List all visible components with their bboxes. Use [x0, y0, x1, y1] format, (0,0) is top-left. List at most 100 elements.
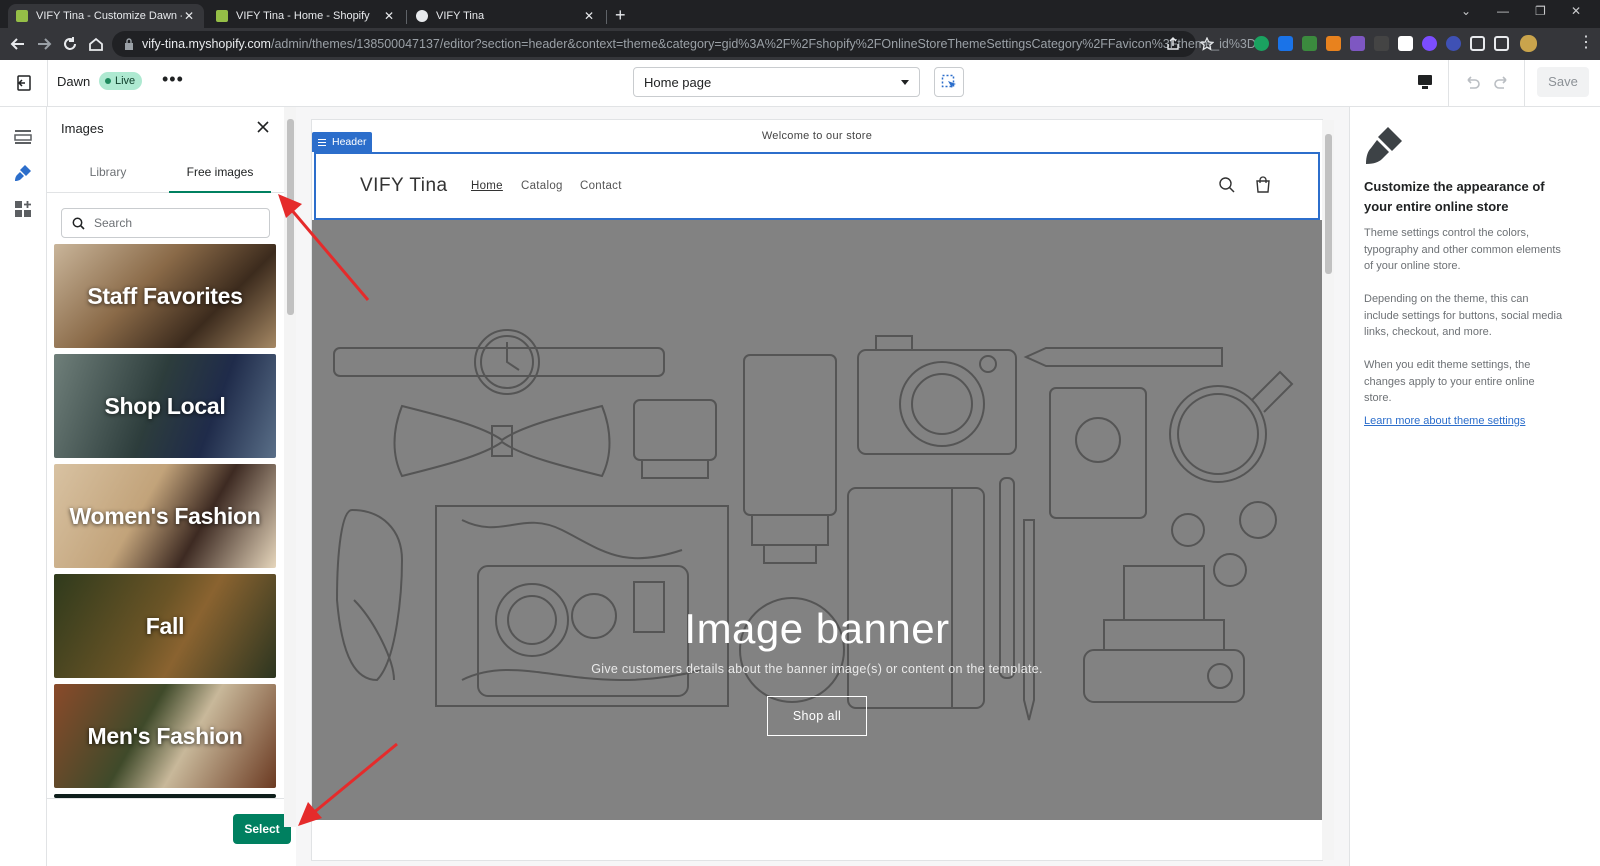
collection-tile-staff-favorites[interactable]: Staff Favorites	[54, 244, 276, 348]
app-embeds-icon[interactable]	[13, 199, 33, 219]
metamask-extension-icon[interactable]	[1326, 36, 1341, 51]
image-banner-section[interactable]: Image banner Give customers details abou…	[312, 220, 1322, 820]
close-tab-icon[interactable]: ✕	[382, 9, 396, 23]
section-tag: Header	[312, 132, 373, 152]
select-button[interactable]: Select	[233, 814, 291, 844]
theme-settings-info-panel: Customize the appearance of your entire …	[1349, 107, 1600, 866]
tab-search-icon[interactable]: ⌄	[1461, 4, 1471, 18]
store-logo[interactable]: VIFY Tina	[360, 175, 448, 197]
info-paragraph: Theme settings control the colors, typog…	[1364, 227, 1561, 272]
lock-icon[interactable]	[124, 38, 134, 50]
close-tab-icon[interactable]: ✕	[182, 9, 196, 23]
panel-scrollbar[interactable]	[284, 107, 296, 827]
side-panel-icon[interactable]	[1494, 36, 1509, 51]
extension-icon[interactable]	[1350, 36, 1365, 51]
nav-link-catalog[interactable]: Catalog	[521, 180, 563, 192]
new-tab-icon[interactable]: +	[615, 5, 626, 26]
collection-label: Fall	[145, 612, 185, 639]
extension-icon[interactable]	[1302, 36, 1317, 51]
globe-icon	[416, 10, 428, 22]
page-selector-value: Home page	[644, 75, 712, 90]
info-title: Customize the appearance of your entire …	[1364, 179, 1545, 214]
forward-icon[interactable]	[35, 35, 53, 53]
tab-free-images[interactable]: Free images	[169, 151, 271, 193]
exit-editor-icon[interactable]	[15, 74, 33, 92]
divider	[47, 60, 48, 107]
info-paragraph: When you edit theme settings, the change…	[1364, 359, 1535, 404]
paint-brush-icon	[1366, 127, 1402, 164]
desktop-preview-icon[interactable]	[1416, 73, 1434, 91]
sections-icon[interactable]	[13, 127, 33, 147]
scrollbar-thumb[interactable]	[1325, 134, 1332, 274]
undo-icon[interactable]	[1463, 73, 1481, 91]
search-icon	[72, 217, 85, 230]
nav-link-contact[interactable]: Contact	[580, 180, 622, 192]
save-button[interactable]: Save	[1537, 67, 1589, 97]
grammarly-extension-icon[interactable]	[1254, 36, 1269, 51]
close-icon[interactable]	[255, 119, 271, 135]
browser-tab-store[interactable]: VIFY Tina ✕	[408, 4, 604, 28]
collection-tile-womens-fashion[interactable]: Women's Fashion	[54, 464, 276, 568]
scrollbar-thumb[interactable]	[287, 119, 294, 315]
divider	[1448, 60, 1449, 107]
editor-top-bar: Dawn Live ••• Home page Save	[0, 60, 1600, 107]
extensions-puzzle-icon[interactable]	[1470, 36, 1485, 51]
editor-sidebar-rail	[0, 107, 47, 866]
minimize-icon[interactable]: —	[1497, 4, 1509, 18]
theme-settings-brush-icon[interactable]	[13, 163, 33, 183]
banner-subtitle[interactable]: Give customers details about the banner …	[312, 662, 1322, 676]
browser-tab-home[interactable]: VIFY Tina - Home - Shopify ✕	[208, 4, 404, 28]
bookmark-star-icon[interactable]	[1200, 37, 1214, 51]
page-selector[interactable]: Home page	[633, 67, 920, 97]
store-preview: Welcome to our store VIFY Tina Home Cata…	[312, 120, 1322, 860]
cart-icon[interactable]	[1254, 176, 1272, 194]
url-text: vify-tina.myshopify.com/admin/themes/138…	[142, 37, 1266, 51]
collection-tile-shop-local[interactable]: Shop Local	[54, 354, 276, 458]
reload-icon[interactable]	[61, 35, 79, 53]
extension-icon[interactable]	[1446, 36, 1461, 51]
inspector-toggle-button[interactable]	[934, 67, 964, 97]
collection-label: Men's Fashion	[87, 722, 243, 749]
divider	[1524, 60, 1525, 107]
redo-icon[interactable]	[1493, 73, 1511, 91]
home-icon[interactable]	[87, 35, 105, 53]
browser-menu-icon[interactable]: ⋮	[1578, 32, 1594, 52]
panel-footer: Select	[47, 798, 291, 866]
tab-separator	[606, 10, 607, 24]
restore-icon[interactable]: ❐	[1535, 4, 1546, 18]
browser-tab-title: VIFY Tina - Home - Shopify	[236, 10, 370, 22]
extension-icon[interactable]	[1278, 36, 1293, 51]
preview-scrollbar[interactable]	[1322, 120, 1334, 860]
profile-avatar-icon[interactable]	[1520, 35, 1537, 52]
nav-link-home[interactable]: Home	[471, 180, 503, 192]
browser-toolbar: vify-tina.myshopify.com/admin/themes/138…	[0, 28, 1600, 60]
images-panel: Images Library Free images Search Staff …	[47, 107, 291, 866]
search-input[interactable]: Search	[61, 208, 270, 238]
close-tab-icon[interactable]: ✕	[582, 9, 596, 23]
collection-tile-fall[interactable]: Fall	[54, 574, 276, 678]
store-header-section[interactable]: VIFY Tina Home Catalog Contact	[314, 152, 1320, 220]
back-icon[interactable]	[9, 35, 27, 53]
browser-tab-customize[interactable]: VIFY Tina - Customize Dawn - Sh ✕	[8, 4, 204, 28]
info-paragraph: Depending on the theme, this can include…	[1364, 293, 1563, 338]
tab-library[interactable]: Library	[61, 151, 155, 193]
more-actions-icon[interactable]: •••	[162, 69, 184, 90]
banner-title[interactable]: Image banner	[312, 605, 1322, 653]
search-icon[interactable]	[1218, 176, 1236, 194]
shopify-favicon-icon	[216, 10, 228, 22]
collection-label: Staff Favorites	[87, 282, 243, 309]
shop-all-button[interactable]: Shop all	[767, 696, 867, 736]
tab-separator	[406, 10, 407, 24]
address-bar[interactable]: vify-tina.myshopify.com/admin/themes/138…	[112, 31, 1266, 57]
browser-tab-title: VIFY Tina - Customize Dawn - Sh	[36, 10, 182, 22]
learn-more-link[interactable]: Learn more about theme settings	[1364, 415, 1525, 427]
window-close-icon[interactable]: ✕	[1571, 4, 1581, 18]
collection-tile-mens-fashion[interactable]: Men's Fashion	[54, 684, 276, 788]
share-icon[interactable]	[1166, 37, 1180, 51]
extension-icon[interactable]	[1398, 36, 1413, 51]
collection-label: Women's Fashion	[69, 502, 261, 529]
extension-icon[interactable]	[1422, 36, 1437, 51]
announcement-bar[interactable]: Welcome to our store	[312, 120, 1322, 152]
search-placeholder: Search	[94, 216, 133, 230]
extension-icon[interactable]	[1374, 36, 1389, 51]
